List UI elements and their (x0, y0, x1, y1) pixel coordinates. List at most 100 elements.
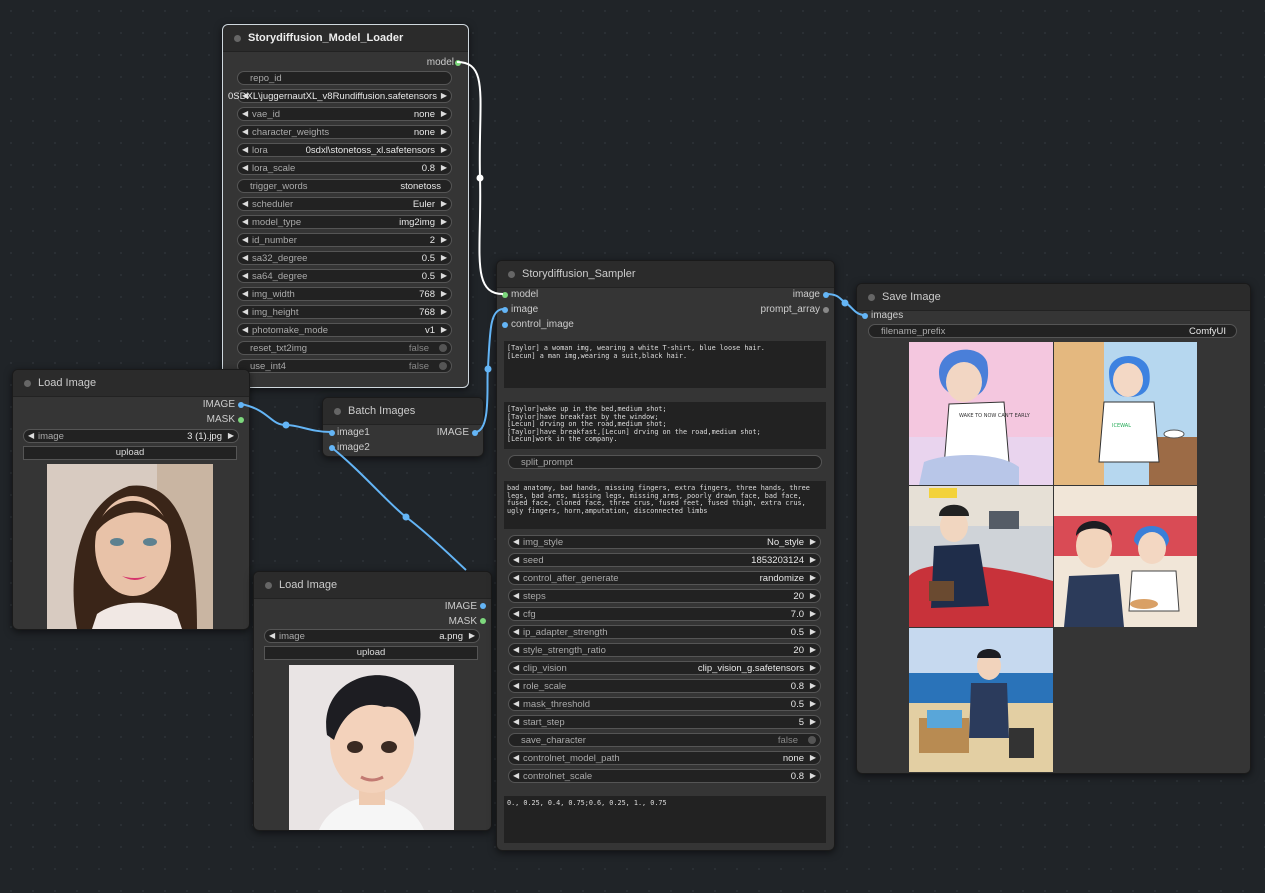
img-style-widget[interactable]: ◀ img_style No_style ▶ (508, 535, 821, 549)
arrow-right-icon[interactable]: ▶ (228, 431, 234, 440)
sampler-title-bar[interactable]: Storydiffusion_Sampler (497, 261, 834, 288)
arrow-left-icon[interactable]: ◀ (513, 663, 519, 672)
load-image-1-title-bar[interactable]: Load Image (13, 370, 249, 397)
arrow-right-icon[interactable]: ▶ (441, 271, 447, 280)
sampler-node[interactable]: Storydiffusion_Sampler model image contr… (496, 260, 835, 851)
output-image-socket[interactable] (472, 430, 478, 436)
controlnet-model-path-widget[interactable]: ◀ controlnet_model_path none ▶ (508, 751, 821, 765)
arrow-right-icon[interactable]: ▶ (810, 771, 816, 780)
arrow-right-icon[interactable]: ▶ (810, 573, 816, 582)
arrow-left-icon[interactable]: ◀ (242, 235, 248, 244)
img-width-widget[interactable]: ◀ img_width 768 ▶ (237, 287, 452, 301)
image-select[interactable]: ◀ image 3 (1).jpg ▶ (23, 429, 239, 443)
load-image-node-1[interactable]: Load Image IMAGE MASK ◀ image 3 (1).jpg … (12, 369, 250, 630)
arrow-right-icon[interactable]: ▶ (441, 253, 447, 262)
mask-threshold-widget[interactable]: ◀ mask_threshold 0.5 ▶ (508, 697, 821, 711)
controlnet-scale-widget[interactable]: ◀ controlnet_scale 0.8 ▶ (508, 769, 821, 783)
arrow-left-icon[interactable]: ◀ (242, 199, 248, 208)
arrow-left-icon[interactable]: ◀ (242, 289, 248, 298)
arrow-right-icon[interactable]: ▶ (469, 631, 475, 640)
arrow-right-icon[interactable]: ▶ (441, 127, 447, 136)
reset-txt2img-widget[interactable]: reset_txt2img false (237, 341, 452, 355)
arrow-left-icon[interactable]: ◀ (242, 163, 248, 172)
scheduler-widget[interactable]: ◀ scheduler Euler ▶ (237, 197, 452, 211)
character-prompt-textarea[interactable]: [Taylor] a woman img, wearing a white T-… (504, 341, 826, 388)
arrow-right-icon[interactable]: ▶ (441, 325, 447, 334)
model-loader-title-bar[interactable]: Storydiffusion_Model_Loader (223, 25, 468, 52)
arrow-left-icon[interactable]: ◀ (513, 555, 519, 564)
arrow-left-icon[interactable]: ◀ (513, 537, 519, 546)
output-image-1[interactable]: WAKE TO NOW CAN'T EARLY (909, 342, 1053, 485)
output-image-socket[interactable] (823, 292, 829, 298)
use-int4-widget[interactable]: use_int4 false (237, 359, 452, 373)
save-image-title-bar[interactable]: Save Image (857, 284, 1250, 311)
output-mask-socket[interactable] (238, 417, 244, 423)
arrow-right-icon[interactable]: ▶ (810, 753, 816, 762)
cfg-widget[interactable]: ◀ cfg 7.0 ▶ (508, 607, 821, 621)
control-after-generate-widget[interactable]: ◀ control_after_generate randomize ▶ (508, 571, 821, 585)
save-character-widget[interactable]: save_character false (508, 733, 821, 747)
upload-button[interactable]: upload (23, 446, 237, 460)
output-image-socket[interactable] (480, 603, 486, 609)
sa32-degree-widget[interactable]: ◀ sa32_degree 0.5 ▶ (237, 251, 452, 265)
arrow-right-icon[interactable]: ▶ (810, 717, 816, 726)
arrow-right-icon[interactable]: ▶ (441, 217, 447, 226)
collapse-dot-icon[interactable] (868, 294, 875, 301)
arrow-left-icon[interactable]: ◀ (513, 699, 519, 708)
character-weights-widget[interactable]: ◀ character_weights none ▶ (237, 125, 452, 139)
clip-vision-widget[interactable]: ◀ clip_vision clip_vision_g.safetensors ▶ (508, 661, 821, 675)
image-select[interactable]: ◀ image a.png ▶ (264, 629, 480, 643)
toggle-knob-icon[interactable] (808, 736, 816, 744)
sa64-degree-widget[interactable]: ◀ sa64_degree 0.5 ▶ (237, 269, 452, 283)
output-prompt-array-socket[interactable] (823, 307, 829, 313)
output-image-2[interactable]: ICEWAL (1054, 342, 1197, 485)
lora-widget[interactable]: ◀ lora 0sdxl\stonetoss_xl.safetensors ▶ (237, 143, 452, 157)
arrow-left-icon[interactable]: ◀ (513, 645, 519, 654)
role-scale-widget[interactable]: ◀ role_scale 0.8 ▶ (508, 679, 821, 693)
arrow-left-icon[interactable]: ◀ (513, 573, 519, 582)
arrow-left-icon[interactable]: ◀ (242, 127, 248, 136)
arrow-right-icon[interactable]: ▶ (441, 109, 447, 118)
arrow-right-icon[interactable]: ▶ (810, 681, 816, 690)
batch-images-node[interactable]: Batch Images image1 image2 IMAGE (322, 397, 484, 457)
arrow-right-icon[interactable]: ▶ (810, 699, 816, 708)
collapse-dot-icon[interactable] (508, 271, 515, 278)
arrow-left-icon[interactable]: ◀ (513, 627, 519, 636)
arrow-right-icon[interactable]: ▶ (810, 645, 816, 654)
arrow-right-icon[interactable]: ▶ (810, 627, 816, 636)
toggle-knob-icon[interactable] (439, 344, 447, 352)
collapse-dot-icon[interactable] (24, 380, 31, 387)
arrow-right-icon[interactable]: ▶ (810, 609, 816, 618)
output-model-socket[interactable] (455, 60, 461, 66)
negative-prompt-textarea[interactable]: bad anatomy, bad hands, missing fingers,… (504, 481, 826, 529)
model-type-widget[interactable]: ◀ model_type img2img ▶ (237, 215, 452, 229)
input-image1-socket[interactable] (329, 430, 335, 436)
coordinates-textarea[interactable]: 0., 0.25, 0.4, 0.75;0.6, 0.25, 1., 0.75 (504, 796, 826, 843)
input-image2-socket[interactable] (329, 445, 335, 451)
vae-id-widget[interactable]: ◀ vae_id none ▶ (237, 107, 452, 121)
ip-adapter-strength-widget[interactable]: ◀ ip_adapter_strength 0.5 ▶ (508, 625, 821, 639)
repo-id-widget[interactable]: repo_id (237, 71, 452, 85)
batch-images-title-bar[interactable]: Batch Images (323, 398, 483, 425)
arrow-right-icon[interactable]: ▶ (441, 199, 447, 208)
id-number-widget[interactable]: ◀ id_number 2 ▶ (237, 233, 452, 247)
arrow-right-icon[interactable]: ▶ (810, 663, 816, 672)
split-prompt-field[interactable]: split_prompt (508, 455, 822, 469)
photomake-mode-widget[interactable]: ◀ photomake_mode v1 ▶ (237, 323, 452, 337)
arrow-left-icon[interactable]: ◀ (513, 717, 519, 726)
arrow-left-icon[interactable]: ◀ (242, 253, 248, 262)
arrow-right-icon[interactable]: ▶ (441, 163, 447, 172)
input-image-socket[interactable] (502, 307, 508, 313)
lora-scale-widget[interactable]: ◀ lora_scale 0.8 ▶ (237, 161, 452, 175)
arrow-left-icon[interactable]: ◀ (242, 271, 248, 280)
arrow-left-icon[interactable]: ◀ (242, 217, 248, 226)
arrow-right-icon[interactable]: ▶ (810, 537, 816, 546)
arrow-right-icon[interactable]: ▶ (441, 289, 447, 298)
arrow-left-icon[interactable]: ◀ (28, 431, 34, 440)
collapse-dot-icon[interactable] (234, 35, 241, 42)
collapse-dot-icon[interactable] (334, 408, 341, 415)
input-model-socket[interactable] (502, 292, 508, 298)
arrow-left-icon[interactable]: ◀ (242, 307, 248, 316)
model-loader-node[interactable]: Storydiffusion_Model_Loader model repo_i… (222, 24, 469, 388)
arrow-right-icon[interactable]: ▶ (810, 591, 816, 600)
